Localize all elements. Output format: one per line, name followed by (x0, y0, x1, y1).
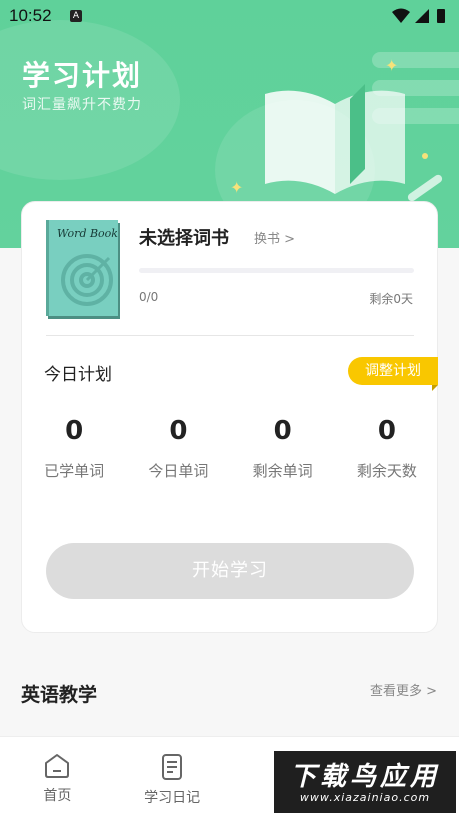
status-time: 10:52 (9, 6, 52, 25)
tab-study-diary[interactable]: 学习日记 (115, 737, 230, 816)
word-book-cover-title: Word Book (57, 227, 118, 240)
today-plan-title: 今日计划 (44, 365, 112, 385)
study-plan-card: Word Book 未选择词书 换书 > 0/0 剩余0天 今日计划 调整计划 … (21, 201, 438, 633)
stat-value: 0 (273, 416, 292, 446)
stat-value: 0 (377, 416, 396, 446)
stat-remaining-words: 0 剩余单词 (231, 416, 335, 481)
divider (46, 335, 414, 336)
book-progress-bar (139, 268, 414, 273)
stat-remaining-days: 0 剩余天数 (335, 416, 439, 481)
tab-label: 首页 (43, 788, 72, 804)
plan-stats: 0 已学单词 0 今日单词 0 剩余单词 0 剩余天数 (22, 416, 439, 481)
sparkle-icon: ✦ (230, 178, 244, 197)
signal-icon (415, 9, 429, 23)
word-book-cover[interactable]: Word Book (46, 220, 118, 316)
wifi-icon (392, 8, 410, 23)
open-book-illustration (265, 84, 443, 202)
battery-icon (437, 9, 445, 23)
page-subtitle: 词汇量飙升不费力 (22, 97, 142, 113)
notebook-icon (162, 754, 183, 780)
section-title-english-teaching: 英语教学 (21, 684, 98, 706)
selected-book-name: 未选择词书 (139, 228, 229, 249)
notification-icon: A (70, 10, 82, 22)
stat-value: 0 (169, 416, 188, 446)
stat-value: 0 (65, 416, 84, 446)
status-icons (391, 7, 451, 29)
status-bar: 10:52 A (0, 0, 459, 32)
start-learning-button[interactable]: 开始学习 (46, 543, 414, 599)
stat-label: 今日单词 (148, 462, 209, 480)
stat-label: 剩余天数 (356, 462, 417, 480)
stat-today-words: 0 今日单词 (126, 416, 230, 481)
target-icon (61, 254, 113, 306)
watermark-logo: 下载鸟应用 www.xiazainiao.com (274, 751, 456, 813)
book-remaining-days: 剩余0天 (369, 292, 413, 306)
adjust-plan-button[interactable]: 调整计划 (348, 357, 438, 391)
see-more-link[interactable]: 查看更多 > (370, 680, 437, 699)
sparkle-icon: ✦ (385, 56, 399, 75)
change-book-link[interactable]: 换书 > (254, 228, 295, 247)
stat-learned-words: 0 已学单词 (22, 416, 126, 481)
book-progress-count: 0/0 (139, 290, 159, 304)
tab-home[interactable]: 首页 (0, 737, 115, 816)
page-title: 学习计划 (22, 59, 143, 92)
stat-label: 剩余单词 (252, 462, 313, 480)
tab-label: 学习日记 (144, 790, 201, 806)
watermark-url: www.xiazainiao.com (299, 791, 431, 804)
home-icon (45, 754, 70, 778)
watermark-text: 下载鸟应用 (289, 762, 440, 792)
stat-label: 已学单词 (44, 462, 105, 480)
